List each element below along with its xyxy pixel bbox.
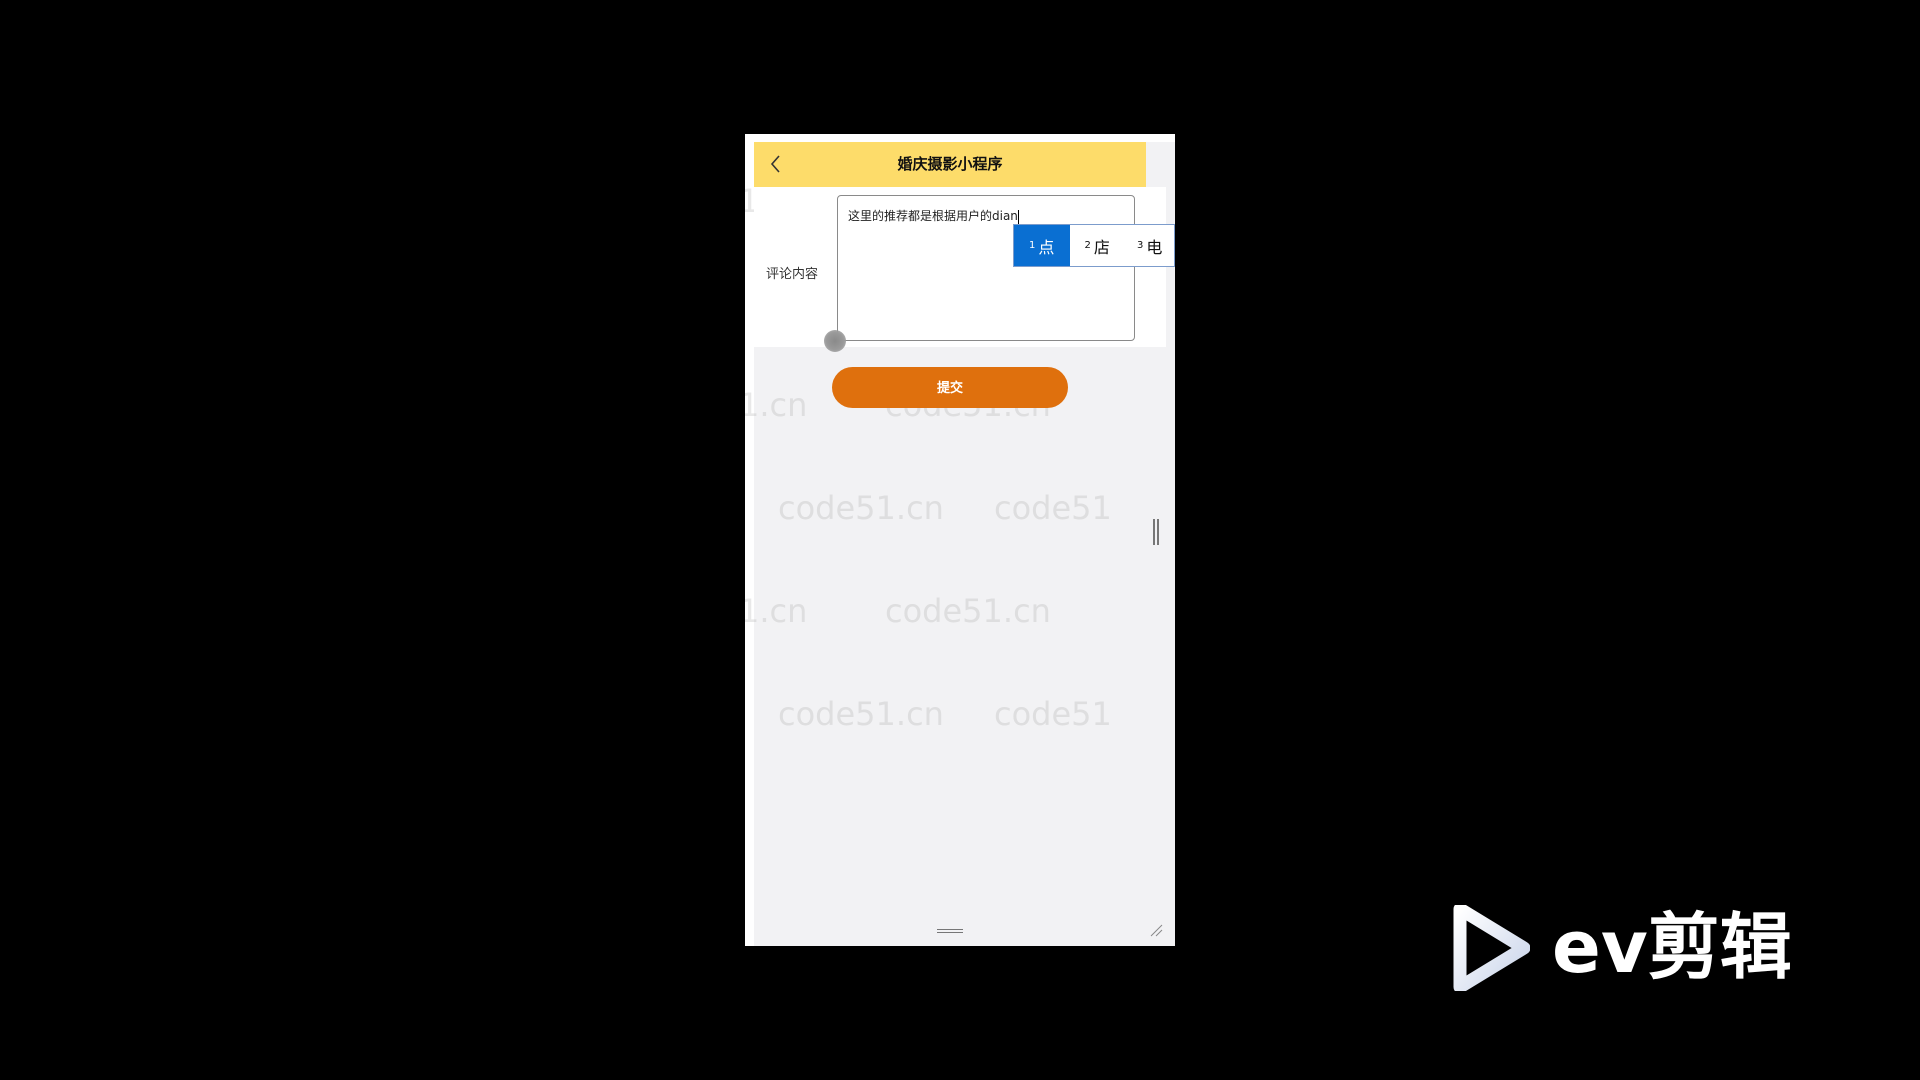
left-strip — [745, 134, 754, 946]
top-strip — [745, 134, 1175, 142]
watermark: code51 — [994, 695, 1112, 733]
ime-candidate-3[interactable]: 3 电 — [1125, 225, 1174, 266]
candidate-text: 点 — [1038, 237, 1055, 257]
page-title: 婚庆摄影小程序 — [897, 155, 1003, 173]
ime-candidate-bar: 1 点 2 店 3 电 — [1013, 224, 1175, 267]
touch-indicator — [824, 330, 846, 352]
submit-button[interactable]: 提交 — [832, 367, 1068, 408]
candidate-index: 1 — [1029, 240, 1036, 251]
watermark: code51.cn — [778, 695, 944, 733]
scroll-handle[interactable] — [1153, 519, 1159, 545]
drag-handle[interactable] — [937, 929, 963, 934]
ime-candidate-1[interactable]: 1 点 — [1014, 225, 1070, 266]
comment-form: 评论内容 这里的推荐都是根据用户的dian — [754, 187, 1166, 347]
text-caret — [1017, 209, 1019, 224]
comment-textarea[interactable]: 这里的推荐都是根据用户的dian — [837, 195, 1135, 341]
comment-value: 这里的推荐都是根据用户的dian — [848, 209, 1018, 223]
watermark: code51 — [994, 489, 1112, 527]
candidate-text: 电 — [1146, 237, 1163, 257]
brand-watermark: ev剪辑 — [1552, 905, 1792, 989]
watermark: 1.cn — [745, 592, 808, 630]
ime-candidate-2[interactable]: 2 店 — [1070, 225, 1126, 266]
watermark: code51.cn — [778, 489, 944, 527]
navbar: 婚庆摄影小程序 — [754, 142, 1146, 187]
comment-label: 评论内容 — [766, 267, 819, 282]
watermark: code51.cn — [885, 592, 1051, 630]
play-logo-icon — [1453, 905, 1530, 991]
resize-grip-icon[interactable] — [1149, 923, 1163, 937]
watermark: 1.cn — [745, 386, 808, 424]
candidate-index: 3 — [1137, 240, 1144, 251]
candidate-index: 2 — [1084, 240, 1091, 251]
comment-text: 这里的推荐都是根据用户的dian — [848, 207, 1019, 224]
candidate-text: 店 — [1093, 237, 1110, 257]
